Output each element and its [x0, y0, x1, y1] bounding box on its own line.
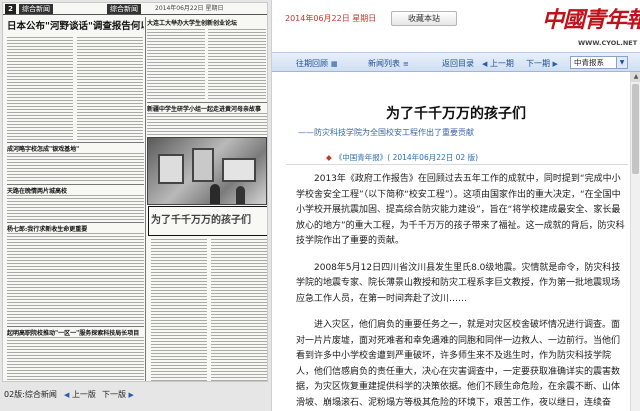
- nav-news-list-label: 新闻列表: [368, 59, 400, 68]
- article-title: 为了千千万万的孩子们: [386, 106, 526, 122]
- scroll-up-icon[interactable]: ▲: [631, 72, 640, 82]
- newspaper-masthead: 2 综合新闻 综合新闻 2014年06月22日 星期日: [3, 3, 267, 15]
- arrow-right-icon: ▶: [552, 60, 558, 68]
- divider: [7, 222, 144, 223]
- article-headline-link[interactable]: 起明高职院校推动"一区一"服务探索科技局长项目: [7, 328, 144, 337]
- newspaper-page-panel: 2 综合新闻 综合新闻 2014年06月22日 星期日 日本公布"河野谈话"调查…: [0, 0, 272, 411]
- current-page-label: 02版:综合新闻: [4, 390, 57, 399]
- article-headline-link[interactable]: 大连工大举办大学生创新创业论坛: [147, 18, 265, 27]
- prev-issue-button[interactable]: ◀ 上一期: [482, 58, 514, 69]
- news-photo: [147, 137, 267, 205]
- next-page-label: 下一版: [102, 390, 126, 399]
- article-source: ◆ 《中国青年报》( 2014年06月22日 02 版): [326, 152, 478, 163]
- divider: [145, 17, 146, 381]
- nav-archive-link[interactable]: 往期回顾 ▦: [296, 58, 338, 69]
- next-issue-button[interactable]: 下一期 ▶: [526, 58, 558, 69]
- nav-news-list-link[interactable]: 新闻列表 ≡: [368, 58, 409, 69]
- prev-page-button[interactable]: ◀ 上一版: [64, 389, 96, 400]
- section-label: 综合新闻: [19, 4, 53, 14]
- issue-date: 2014年06月22日 星期日: [285, 14, 377, 23]
- text-column: [7, 153, 144, 183]
- chevron-down-icon: ▼: [616, 57, 627, 68]
- page-number: 2: [5, 4, 16, 14]
- text-column: [147, 113, 267, 135]
- calendar-icon: ▦: [331, 60, 338, 68]
- scrollbar-thumb[interactable]: [632, 84, 639, 174]
- newspaper-page-image[interactable]: 2 综合新闻 综合新闻 2014年06月22日 星期日 日本公布"河野谈话"调查…: [2, 2, 268, 382]
- arrow-left-icon: ◀: [482, 60, 488, 68]
- prev-issue-label: 上一期: [489, 59, 514, 68]
- text-column: [7, 195, 144, 221]
- divider: [7, 142, 144, 143]
- divider: [147, 102, 267, 103]
- article-headline-link[interactable]: 天路在晚情两片城高校: [7, 186, 144, 195]
- article-headline-link[interactable]: 日本公布"河野谈话"调查报告何以激怒韩国: [7, 18, 144, 32]
- site-logo[interactable]: 中國青年報: [542, 2, 640, 34]
- article-headline-link[interactable]: 成河略字校怎成"银戏基地": [7, 144, 144, 153]
- text-column: [151, 239, 207, 381]
- scrollbar[interactable]: ▲: [630, 72, 640, 411]
- text-column: [147, 29, 205, 101]
- divider: [286, 164, 628, 165]
- page-pager: 02版:综合新闻 ◀ 上一版 下一版 ▶: [0, 384, 272, 408]
- article-subtitle: ——防灾科技学院为全国校安工程作出了重要贡献: [298, 128, 474, 137]
- article-headline-link[interactable]: 新疆中学生研学小组一起走进黄河母亲故事: [147, 104, 265, 113]
- article-source-text: 《中国青年报》( 2014年06月22日 02 版): [334, 153, 479, 162]
- edition-select-value: 中青报系: [574, 58, 604, 67]
- text-column: [211, 239, 267, 381]
- text-column: [7, 37, 73, 141]
- next-issue-label: 下一期: [526, 59, 550, 68]
- arrow-right-icon: ▶: [128, 391, 134, 399]
- nav-archive-label: 往期回顾: [296, 59, 328, 68]
- divider: [7, 326, 144, 327]
- article-paragraph: 2008年5月12日四川省汶川县发生里氏8.0级地震。灾情就是命令，防灾科技学院…: [296, 262, 621, 304]
- nav-back-to-contents-link[interactable]: 返回目录: [442, 58, 474, 69]
- text-column: [7, 337, 144, 381]
- article-body: 2013年《政府工作报告》在回顾过去五年工作的成就中，同时提到“完成中小学校舍安…: [296, 172, 626, 411]
- text-column: [7, 233, 144, 325]
- nav-bar: 往期回顾 ▦ 新闻列表 ≡ 返回目录 ◀ 上一期 下一期 ▶ 中青报系 ▼: [272, 52, 640, 72]
- article-headline-link[interactable]: 杨七郎:我行求新收生命更重要: [7, 224, 144, 233]
- text-column: [208, 29, 266, 101]
- star-icon: ◆: [326, 153, 332, 162]
- section-label-right: 综合新闻: [107, 4, 141, 14]
- masthead-date: 2014年06月22日 星期日: [155, 5, 224, 12]
- nav-contents-label: 返回目录: [442, 59, 474, 68]
- add-favorite-button[interactable]: 收藏本站: [391, 11, 457, 26]
- divider: [7, 184, 144, 185]
- list-icon: ≡: [403, 60, 409, 68]
- article-panel: 2014年06月22日 星期日 收藏本站 中國青年報 WWW.CYOL.NET …: [272, 0, 640, 411]
- arrow-left-icon: ◀: [64, 391, 70, 399]
- edition-select[interactable]: 中青报系 ▼: [570, 56, 628, 69]
- article-paragraph: 2013年《政府工作报告》在回顾过去五年工作的成就中，同时提到“完成中小学校舍安…: [296, 174, 625, 246]
- text-column: [77, 37, 143, 141]
- prev-page-label: 上一版: [71, 390, 96, 399]
- selected-article-highlight[interactable]: [148, 206, 267, 236]
- next-page-button[interactable]: 下一版 ▶: [102, 389, 134, 400]
- article-paragraph: 进入灾区，他们肩负的重要任务之一，就是对灾区校舍破坏情况进行调查。面对一片片废墟…: [296, 320, 621, 408]
- site-url: WWW.CYOL.NET: [578, 39, 638, 47]
